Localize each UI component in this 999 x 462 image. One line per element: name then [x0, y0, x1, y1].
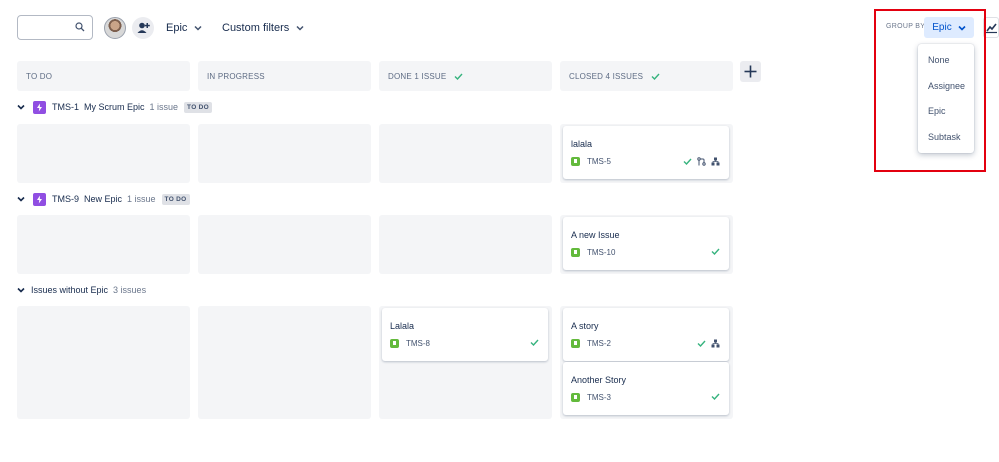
chevron-down-icon — [296, 25, 304, 31]
issue-card[interactable]: lalala TMS-5 — [563, 126, 729, 179]
issue-count: 1 issue — [149, 102, 179, 112]
swimlane-header[interactable]: Issues without Epic 3 issues — [17, 281, 152, 299]
swimlane-header[interactable]: TMS-9 New Epic 1 issue TO DO — [17, 190, 190, 208]
epic-filter-label: Epic — [166, 22, 188, 34]
add-person-icon — [137, 22, 150, 33]
column-label: IN PROGRESS — [207, 71, 265, 81]
story-icon — [571, 393, 580, 402]
issue-card[interactable]: A story TMS-2 — [563, 308, 729, 361]
epic-name: My Scrum Epic — [84, 102, 145, 112]
custom-filters-button[interactable]: Custom filters — [222, 16, 304, 40]
check-icon — [711, 248, 720, 255]
lane-cell — [379, 124, 552, 183]
epic-filter-button[interactable]: Epic — [166, 16, 202, 40]
epic-icon — [33, 192, 46, 206]
check-icon — [530, 339, 539, 346]
column-label: CLOSED 4 ISSUES — [569, 71, 644, 81]
add-people-button[interactable] — [132, 17, 154, 39]
lane-cell — [198, 215, 371, 274]
issue-card[interactable]: Another Story TMS-3 — [563, 362, 729, 415]
issue-count: 3 issues — [113, 285, 147, 295]
highlight-box — [874, 9, 986, 172]
card-summary: lalala — [571, 139, 593, 149]
add-column-button[interactable] — [740, 61, 761, 82]
epic-icon — [33, 100, 46, 114]
insights-icon — [986, 23, 997, 34]
chevron-down-icon[interactable] — [17, 104, 25, 110]
card-key: TMS-10 — [587, 248, 616, 257]
lane-cell — [17, 306, 190, 419]
card-summary: Lalala — [390, 321, 415, 331]
column-header-closed: CLOSED 4 ISSUES — [560, 61, 733, 91]
card-summary: A story — [571, 321, 599, 331]
epic-name: New Epic — [84, 194, 123, 204]
epic-key: TMS-1 — [52, 102, 79, 112]
card-key: TMS-3 — [587, 393, 611, 402]
story-icon — [571, 157, 580, 166]
custom-filters-label: Custom filters — [222, 22, 290, 34]
search-icon — [75, 22, 85, 32]
story-icon — [571, 248, 580, 257]
issue-card[interactable]: A new Issue TMS-10 — [563, 217, 729, 270]
plus-icon — [744, 65, 757, 78]
lane-cell — [17, 215, 190, 274]
lane-name: Issues without Epic — [31, 285, 109, 295]
story-icon — [571, 339, 580, 348]
status-badge: TO DO — [184, 101, 213, 113]
column-label: DONE 1 ISSUE — [388, 71, 447, 81]
check-icon — [683, 158, 692, 165]
subtask-icon — [711, 157, 720, 166]
chevron-down-icon[interactable] — [17, 196, 25, 202]
swimlane-header[interactable]: TMS-1 My Scrum Epic 1 issue TO DO — [17, 98, 213, 116]
lane-cell — [17, 124, 190, 183]
lane-cell — [379, 215, 552, 274]
avatar[interactable] — [104, 17, 126, 39]
issue-count: 1 issue — [127, 194, 156, 204]
subtask-icon — [711, 339, 720, 348]
chevron-down-icon[interactable] — [17, 287, 25, 293]
lane-cell — [198, 306, 371, 419]
card-summary: Another Story — [571, 375, 627, 385]
story-icon — [390, 339, 399, 348]
check-icon — [697, 340, 706, 347]
issue-card[interactable]: Lalala TMS-8 — [382, 308, 548, 361]
status-badge: TO DO — [161, 193, 190, 205]
column-header-todo: TO DO — [17, 61, 190, 91]
card-key: TMS-5 — [587, 157, 611, 166]
search-input[interactable] — [17, 15, 93, 40]
card-key: TMS-2 — [587, 339, 611, 348]
epic-key: TMS-9 — [52, 194, 79, 204]
branch-icon — [697, 157, 706, 166]
column-label: TO DO — [26, 71, 53, 81]
lane-cell — [198, 124, 371, 183]
card-summary: A new Issue — [571, 230, 620, 240]
check-icon — [454, 73, 463, 80]
column-header-done: DONE 1 ISSUE — [379, 61, 552, 91]
column-header-in-progress: IN PROGRESS — [198, 61, 371, 91]
chevron-down-icon — [194, 25, 202, 31]
check-icon — [711, 393, 720, 400]
card-key: TMS-8 — [406, 339, 430, 348]
check-icon — [651, 73, 660, 80]
